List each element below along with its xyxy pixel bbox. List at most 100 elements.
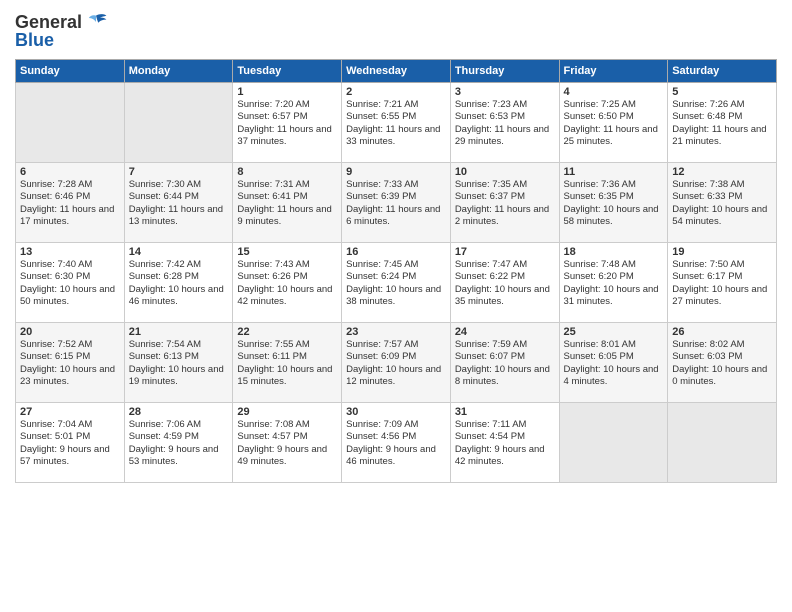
day-number: 31 (455, 406, 555, 418)
day-info: Daylight: 10 hours and 12 minutes. (346, 364, 446, 389)
day-info: Sunset: 6:44 PM (129, 191, 229, 203)
calendar-cell: 10Sunrise: 7:35 AMSunset: 6:37 PMDayligh… (450, 163, 559, 243)
day-number: 3 (455, 86, 555, 98)
day-info: Sunset: 6:55 PM (346, 111, 446, 123)
day-number: 4 (564, 86, 664, 98)
calendar-cell: 28Sunrise: 7:06 AMSunset: 4:59 PMDayligh… (124, 403, 233, 483)
day-info: Sunrise: 7:26 AM (672, 99, 772, 111)
day-number: 17 (455, 246, 555, 258)
day-info: Daylight: 10 hours and 4 minutes. (564, 364, 664, 389)
day-number: 21 (129, 326, 229, 338)
day-info: Daylight: 10 hours and 8 minutes. (455, 364, 555, 389)
day-info: Sunrise: 7:36 AM (564, 179, 664, 191)
day-number: 18 (564, 246, 664, 258)
calendar-cell: 16Sunrise: 7:45 AMSunset: 6:24 PMDayligh… (342, 243, 451, 323)
day-info: Sunrise: 7:23 AM (455, 99, 555, 111)
day-info: Sunrise: 7:43 AM (237, 259, 337, 271)
calendar-cell: 9Sunrise: 7:33 AMSunset: 6:39 PMDaylight… (342, 163, 451, 243)
calendar-cell: 1Sunrise: 7:20 AMSunset: 6:57 PMDaylight… (233, 83, 342, 163)
day-info: Sunrise: 7:30 AM (129, 179, 229, 191)
day-number: 9 (346, 166, 446, 178)
day-info: Sunset: 6:50 PM (564, 111, 664, 123)
calendar-cell: 17Sunrise: 7:47 AMSunset: 6:22 PMDayligh… (450, 243, 559, 323)
day-info: Sunset: 6:48 PM (672, 111, 772, 123)
calendar-cell: 29Sunrise: 7:08 AMSunset: 4:57 PMDayligh… (233, 403, 342, 483)
day-info: Daylight: 10 hours and 58 minutes. (564, 204, 664, 229)
day-info: Sunrise: 7:54 AM (129, 339, 229, 351)
calendar-cell: 26Sunrise: 8:02 AMSunset: 6:03 PMDayligh… (668, 323, 777, 403)
day-info: Sunset: 6:41 PM (237, 191, 337, 203)
week-row-4: 20Sunrise: 7:52 AMSunset: 6:15 PMDayligh… (16, 323, 777, 403)
calendar-cell: 21Sunrise: 7:54 AMSunset: 6:13 PMDayligh… (124, 323, 233, 403)
day-info: Sunset: 6:22 PM (455, 271, 555, 283)
day-info: Sunrise: 8:02 AM (672, 339, 772, 351)
header-cell-saturday: Saturday (668, 60, 777, 83)
day-info: Sunrise: 7:35 AM (455, 179, 555, 191)
day-info: Sunset: 6:57 PM (237, 111, 337, 123)
day-number: 1 (237, 86, 337, 98)
day-info: Sunset: 6:30 PM (20, 271, 120, 283)
calendar-cell: 30Sunrise: 7:09 AMSunset: 4:56 PMDayligh… (342, 403, 451, 483)
day-number: 2 (346, 86, 446, 98)
day-number: 23 (346, 326, 446, 338)
calendar-cell: 7Sunrise: 7:30 AMSunset: 6:44 PMDaylight… (124, 163, 233, 243)
day-info: Sunset: 4:59 PM (129, 431, 229, 443)
day-number: 20 (20, 326, 120, 338)
day-info: Daylight: 11 hours and 2 minutes. (455, 204, 555, 229)
day-info: Daylight: 10 hours and 50 minutes. (20, 284, 120, 309)
week-row-3: 13Sunrise: 7:40 AMSunset: 6:30 PMDayligh… (16, 243, 777, 323)
day-number: 13 (20, 246, 120, 258)
calendar-cell: 12Sunrise: 7:38 AMSunset: 6:33 PMDayligh… (668, 163, 777, 243)
day-info: Sunrise: 8:01 AM (564, 339, 664, 351)
day-info: Sunrise: 7:21 AM (346, 99, 446, 111)
day-number: 29 (237, 406, 337, 418)
day-info: Sunrise: 7:28 AM (20, 179, 120, 191)
day-info: Daylight: 11 hours and 6 minutes. (346, 204, 446, 229)
day-info: Sunrise: 7:50 AM (672, 259, 772, 271)
day-info: Daylight: 10 hours and 42 minutes. (237, 284, 337, 309)
day-info: Sunset: 6:26 PM (237, 271, 337, 283)
day-info: Daylight: 11 hours and 29 minutes. (455, 124, 555, 149)
day-info: Daylight: 10 hours and 35 minutes. (455, 284, 555, 309)
day-info: Sunrise: 7:48 AM (564, 259, 664, 271)
day-info: Daylight: 10 hours and 15 minutes. (237, 364, 337, 389)
day-number: 14 (129, 246, 229, 258)
day-info: Daylight: 10 hours and 27 minutes. (672, 284, 772, 309)
day-info: Sunset: 6:13 PM (129, 351, 229, 363)
calendar-cell (16, 83, 125, 163)
header-cell-sunday: Sunday (16, 60, 125, 83)
day-info: Daylight: 9 hours and 46 minutes. (346, 444, 446, 469)
calendar-cell: 6Sunrise: 7:28 AMSunset: 6:46 PMDaylight… (16, 163, 125, 243)
calendar-cell (559, 403, 668, 483)
day-info: Daylight: 9 hours and 42 minutes. (455, 444, 555, 469)
day-info: Sunset: 6:37 PM (455, 191, 555, 203)
day-info: Sunset: 6:03 PM (672, 351, 772, 363)
calendar-cell: 25Sunrise: 8:01 AMSunset: 6:05 PMDayligh… (559, 323, 668, 403)
day-number: 15 (237, 246, 337, 258)
calendar-cell: 18Sunrise: 7:48 AMSunset: 6:20 PMDayligh… (559, 243, 668, 323)
day-info: Sunset: 5:01 PM (20, 431, 120, 443)
day-number: 22 (237, 326, 337, 338)
day-info: Sunrise: 7:57 AM (346, 339, 446, 351)
day-number: 10 (455, 166, 555, 178)
calendar-cell: 31Sunrise: 7:11 AMSunset: 4:54 PMDayligh… (450, 403, 559, 483)
calendar-cell: 24Sunrise: 7:59 AMSunset: 6:07 PMDayligh… (450, 323, 559, 403)
day-number: 5 (672, 86, 772, 98)
day-info: Daylight: 9 hours and 53 minutes. (129, 444, 229, 469)
day-info: Sunset: 6:39 PM (346, 191, 446, 203)
day-info: Sunrise: 7:11 AM (455, 419, 555, 431)
day-info: Sunrise: 7:38 AM (672, 179, 772, 191)
logo-bird-icon (84, 10, 108, 34)
header-cell-monday: Monday (124, 60, 233, 83)
week-row-5: 27Sunrise: 7:04 AMSunset: 5:01 PMDayligh… (16, 403, 777, 483)
day-info: Sunset: 6:53 PM (455, 111, 555, 123)
day-info: Sunset: 6:28 PM (129, 271, 229, 283)
day-info: Sunset: 6:24 PM (346, 271, 446, 283)
day-info: Sunset: 6:17 PM (672, 271, 772, 283)
day-info: Sunrise: 7:09 AM (346, 419, 446, 431)
day-info: Sunrise: 7:42 AM (129, 259, 229, 271)
day-info: Sunset: 6:09 PM (346, 351, 446, 363)
day-info: Sunset: 6:33 PM (672, 191, 772, 203)
day-info: Sunset: 6:35 PM (564, 191, 664, 203)
calendar-cell: 15Sunrise: 7:43 AMSunset: 6:26 PMDayligh… (233, 243, 342, 323)
